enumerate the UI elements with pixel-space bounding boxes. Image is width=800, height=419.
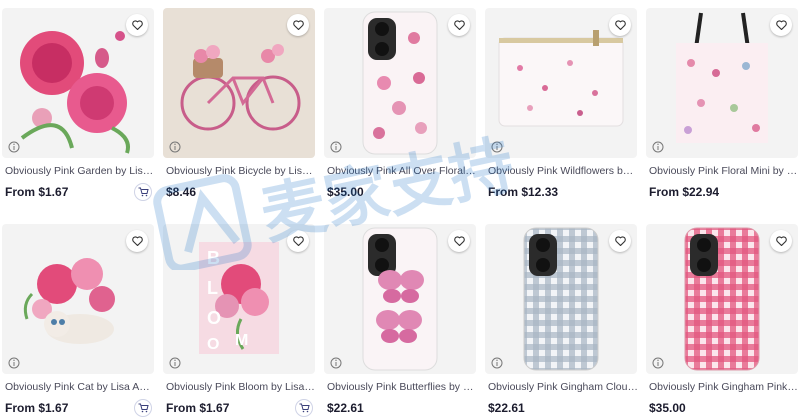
product-price: $35.00 xyxy=(649,401,686,415)
info-icon[interactable] xyxy=(8,140,20,153)
product-price: From $1.67 xyxy=(166,401,230,415)
bloom-letter: B xyxy=(207,248,220,268)
product-title[interactable]: Obviously Pink Garden by Lisa A... xyxy=(5,165,155,177)
product-image[interactable] xyxy=(646,8,798,158)
product-price: $22.61 xyxy=(327,401,364,415)
product-title[interactable]: Obviously Pink Butterflies by Lis... xyxy=(327,381,477,393)
info-icon[interactable] xyxy=(491,356,503,369)
product-price: From $12.33 xyxy=(488,185,559,199)
product-title[interactable]: Obviously Pink Wildflowers by Li... xyxy=(488,165,638,177)
heart-icon[interactable] xyxy=(448,14,470,36)
product-price: $8.46 xyxy=(166,185,197,199)
bloom-letter: O xyxy=(207,336,220,353)
product-image[interactable] xyxy=(163,8,315,158)
info-icon[interactable] xyxy=(330,140,342,153)
product-title[interactable]: Obviously Pink Floral Mini by Lis... xyxy=(649,165,799,177)
bloom-letter: M xyxy=(235,332,249,349)
heart-icon[interactable] xyxy=(770,14,792,36)
product-title[interactable]: Obviously Pink Gingham Pink La... xyxy=(649,381,799,393)
heart-icon[interactable] xyxy=(609,14,631,36)
info-icon[interactable] xyxy=(491,140,503,153)
product-price: $22.61 xyxy=(488,401,525,415)
product-image[interactable]: B L O O M xyxy=(163,224,315,374)
add-to-cart-icon[interactable] xyxy=(295,399,313,417)
bloom-letter: L xyxy=(207,278,218,298)
info-icon[interactable] xyxy=(330,356,342,369)
product-title[interactable]: Obviously Pink Gingham Cloudy ... xyxy=(488,381,638,393)
heart-icon[interactable] xyxy=(126,230,148,252)
product-price: $35.00 xyxy=(327,185,364,199)
product-price: From $22.94 xyxy=(649,185,720,199)
product-image[interactable] xyxy=(2,224,154,374)
heart-icon[interactable] xyxy=(287,14,309,36)
product-title[interactable]: Obviously Pink All Over Floral by ... xyxy=(327,165,477,177)
heart-icon[interactable] xyxy=(287,230,309,252)
heart-icon[interactable] xyxy=(126,14,148,36)
product-image[interactable] xyxy=(324,8,476,158)
product-image[interactable] xyxy=(2,8,154,158)
product-title[interactable]: Obviously Pink Bicycle by Lisa A... xyxy=(166,165,316,177)
info-icon[interactable] xyxy=(169,140,181,153)
info-icon[interactable] xyxy=(652,140,664,153)
heart-icon[interactable] xyxy=(448,230,470,252)
add-to-cart-icon[interactable] xyxy=(134,399,152,417)
info-icon[interactable] xyxy=(652,356,664,369)
heart-icon[interactable] xyxy=(770,230,792,252)
add-to-cart-icon[interactable] xyxy=(134,183,152,201)
product-image[interactable] xyxy=(485,8,637,158)
product-image[interactable] xyxy=(324,224,476,374)
product-title[interactable]: Obviously Pink Bloom by Lisa Au... xyxy=(166,381,316,393)
bloom-letter: O xyxy=(207,308,222,328)
product-title[interactable]: Obviously Pink Cat by Lisa Audit ... xyxy=(5,381,155,393)
product-price: From $1.67 xyxy=(5,401,69,415)
product-grid: Obviously Pink Garden by Lisa A... From … xyxy=(0,0,800,419)
info-icon[interactable] xyxy=(8,356,20,369)
product-image[interactable] xyxy=(485,224,637,374)
product-price: From $1.67 xyxy=(5,185,69,199)
product-image[interactable] xyxy=(646,224,798,374)
info-icon[interactable] xyxy=(169,356,181,369)
heart-icon[interactable] xyxy=(609,230,631,252)
